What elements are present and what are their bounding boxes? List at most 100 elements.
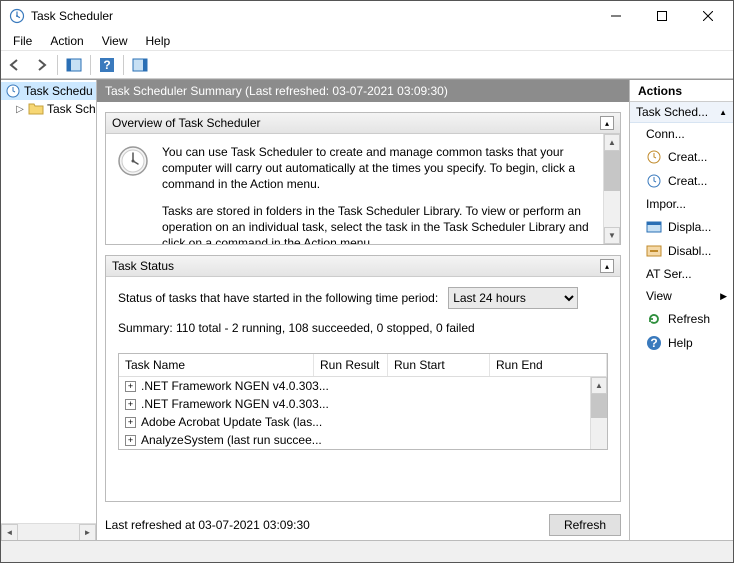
- scroll-down-button[interactable]: ▼: [604, 227, 620, 244]
- clock-large-icon: [116, 144, 150, 234]
- overview-paragraph-1: You can use Task Scheduler to create and…: [162, 144, 592, 193]
- table-row[interactable]: +.NET Framework NGEN v4.0.303...: [119, 377, 607, 395]
- actions-pane-title: Actions: [630, 80, 733, 102]
- menu-action[interactable]: Action: [42, 32, 91, 50]
- task-status-body: Status of tasks that have started in the…: [106, 277, 620, 460]
- task-table: Task Name Run Result Run Start Run End +…: [118, 353, 608, 450]
- task-status-header[interactable]: Task Status ▴: [106, 256, 620, 277]
- toolbar-separator: [90, 55, 91, 75]
- period-select[interactable]: Last 24 hours: [448, 287, 578, 309]
- overview-panel-body: You can use Task Scheduler to create and…: [106, 134, 620, 244]
- action-label: Disabl...: [668, 244, 711, 258]
- col-task-name[interactable]: Task Name: [119, 354, 314, 376]
- action-help[interactable]: ? Help: [630, 331, 733, 355]
- task-table-header: Task Name Run Result Run Start Run End: [119, 354, 607, 377]
- action-label: Impor...: [646, 197, 686, 211]
- toolbar: ?: [1, 51, 733, 79]
- table-scrollbar[interactable]: ▲: [590, 377, 607, 449]
- forward-button[interactable]: [29, 53, 53, 77]
- action-label: Conn...: [646, 127, 685, 141]
- expand-icon[interactable]: ▷: [15, 104, 25, 115]
- maximize-button[interactable]: [639, 1, 685, 31]
- collapse-icon[interactable]: ▴: [600, 116, 614, 130]
- period-label: Status of tasks that have started in the…: [118, 291, 438, 305]
- action-view[interactable]: View ▶: [630, 285, 733, 307]
- action-label: AT Ser...: [646, 267, 692, 281]
- app-icon: [9, 8, 25, 24]
- actions-pane: Actions Task Sched... ▲ Conn... Creat...…: [629, 80, 733, 540]
- scroll-up-button[interactable]: ▲: [604, 134, 620, 151]
- col-run-start[interactable]: Run Start: [388, 354, 490, 376]
- task-name-cell: Adobe Acrobat Update Task (las...: [141, 415, 322, 429]
- clock-icon: [5, 83, 21, 99]
- expand-box-icon[interactable]: +: [125, 381, 136, 392]
- scroll-thumb[interactable]: [591, 394, 607, 418]
- create-basic-task-icon: [646, 149, 662, 165]
- overview-text: You can use Task Scheduler to create and…: [162, 144, 610, 234]
- expand-box-icon[interactable]: +: [125, 417, 136, 428]
- console-tree[interactable]: Task Schedu ▷ Task Sch: [1, 80, 96, 523]
- overview-title: Overview of Task Scheduler: [112, 116, 261, 130]
- overview-panel-header[interactable]: Overview of Task Scheduler ▴: [106, 113, 620, 134]
- menu-file[interactable]: File: [5, 32, 40, 50]
- action-import-task[interactable]: Impor...: [630, 193, 733, 215]
- console-tree-pane: Task Schedu ▷ Task Sch ◄ ►: [1, 80, 97, 540]
- col-run-result[interactable]: Run Result: [314, 354, 388, 376]
- help-button[interactable]: ?: [95, 53, 119, 77]
- table-row[interactable]: + Adobe Acrobat Update Task (las...: [119, 413, 607, 431]
- scroll-right-button[interactable]: ►: [79, 524, 96, 541]
- create-task-icon: [646, 173, 662, 189]
- table-row[interactable]: + .NET Framework NGEN v4.0.303...: [119, 395, 607, 413]
- menu-help[interactable]: Help: [138, 32, 179, 50]
- action-label: Help: [668, 336, 693, 350]
- col-run-end[interactable]: Run End: [490, 354, 607, 376]
- menu-view[interactable]: View: [94, 32, 136, 50]
- tree-library[interactable]: ▷ Task Sch: [1, 100, 96, 118]
- scroll-up-button[interactable]: ▲: [591, 377, 607, 394]
- action-disable-history[interactable]: Disabl...: [630, 239, 733, 263]
- show-hide-console-tree-button[interactable]: [62, 53, 86, 77]
- action-label: Displa...: [668, 220, 711, 234]
- action-label: Creat...: [668, 150, 707, 164]
- svg-text:?: ?: [103, 58, 110, 72]
- action-refresh[interactable]: Refresh: [630, 307, 733, 331]
- folder-icon: [28, 101, 44, 117]
- summary-header: Task Scheduler Summary (Last refreshed: …: [97, 80, 629, 102]
- tree-horizontal-scrollbar[interactable]: ◄ ►: [1, 523, 96, 540]
- toolbar-separator: [57, 55, 58, 75]
- disable-icon: [646, 243, 662, 259]
- close-button[interactable]: [685, 1, 731, 31]
- result-pane: Task Scheduler Summary (Last refreshed: …: [97, 80, 629, 540]
- tree-root-task-scheduler[interactable]: Task Schedu: [1, 82, 96, 100]
- expand-box-icon[interactable]: +: [125, 399, 136, 410]
- overview-panel: Overview of Task Scheduler ▴ You can use…: [105, 112, 621, 245]
- show-hide-action-pane-button[interactable]: [128, 53, 152, 77]
- task-status-panel: Task Status ▴ Status of tasks that have …: [105, 255, 621, 502]
- scroll-left-button[interactable]: ◄: [1, 524, 18, 541]
- expand-box-icon[interactable]: +: [125, 435, 136, 446]
- svg-text:?: ?: [650, 336, 657, 350]
- actions-section-header[interactable]: Task Sched... ▲: [630, 102, 733, 123]
- back-button[interactable]: [3, 53, 27, 77]
- action-connect[interactable]: Conn...: [630, 123, 733, 145]
- task-name-cell: AnalyzeSystem (last run succee...: [141, 433, 322, 447]
- window-titlebar: Task Scheduler: [1, 1, 733, 31]
- action-display-running-tasks[interactable]: Displa...: [630, 215, 733, 239]
- action-label: Creat...: [668, 174, 707, 188]
- action-at-service[interactable]: AT Ser...: [630, 263, 733, 285]
- table-row[interactable]: + AnalyzeSystem (last run succee...: [119, 431, 607, 449]
- refresh-button[interactable]: Refresh: [549, 514, 621, 536]
- workspace: Task Schedu ▷ Task Sch ◄ ► Task Schedule…: [1, 79, 733, 540]
- action-create-task[interactable]: Creat...: [630, 169, 733, 193]
- collapse-icon[interactable]: ▴: [600, 259, 614, 273]
- minimize-button[interactable]: [593, 1, 639, 31]
- overview-scrollbar[interactable]: ▲ ▼: [603, 134, 620, 244]
- task-name-cell: .NET Framework NGEN v4.0.303...: [141, 397, 329, 411]
- overview-paragraph-2: Tasks are stored in folders in the Task …: [162, 203, 592, 244]
- action-label: Refresh: [668, 312, 710, 326]
- collapse-up-icon[interactable]: ▲: [719, 108, 727, 117]
- help-icon: ?: [646, 335, 662, 351]
- action-create-basic-task[interactable]: Creat...: [630, 145, 733, 169]
- menu-bar: File Action View Help: [1, 31, 733, 51]
- scroll-thumb[interactable]: [604, 151, 620, 191]
